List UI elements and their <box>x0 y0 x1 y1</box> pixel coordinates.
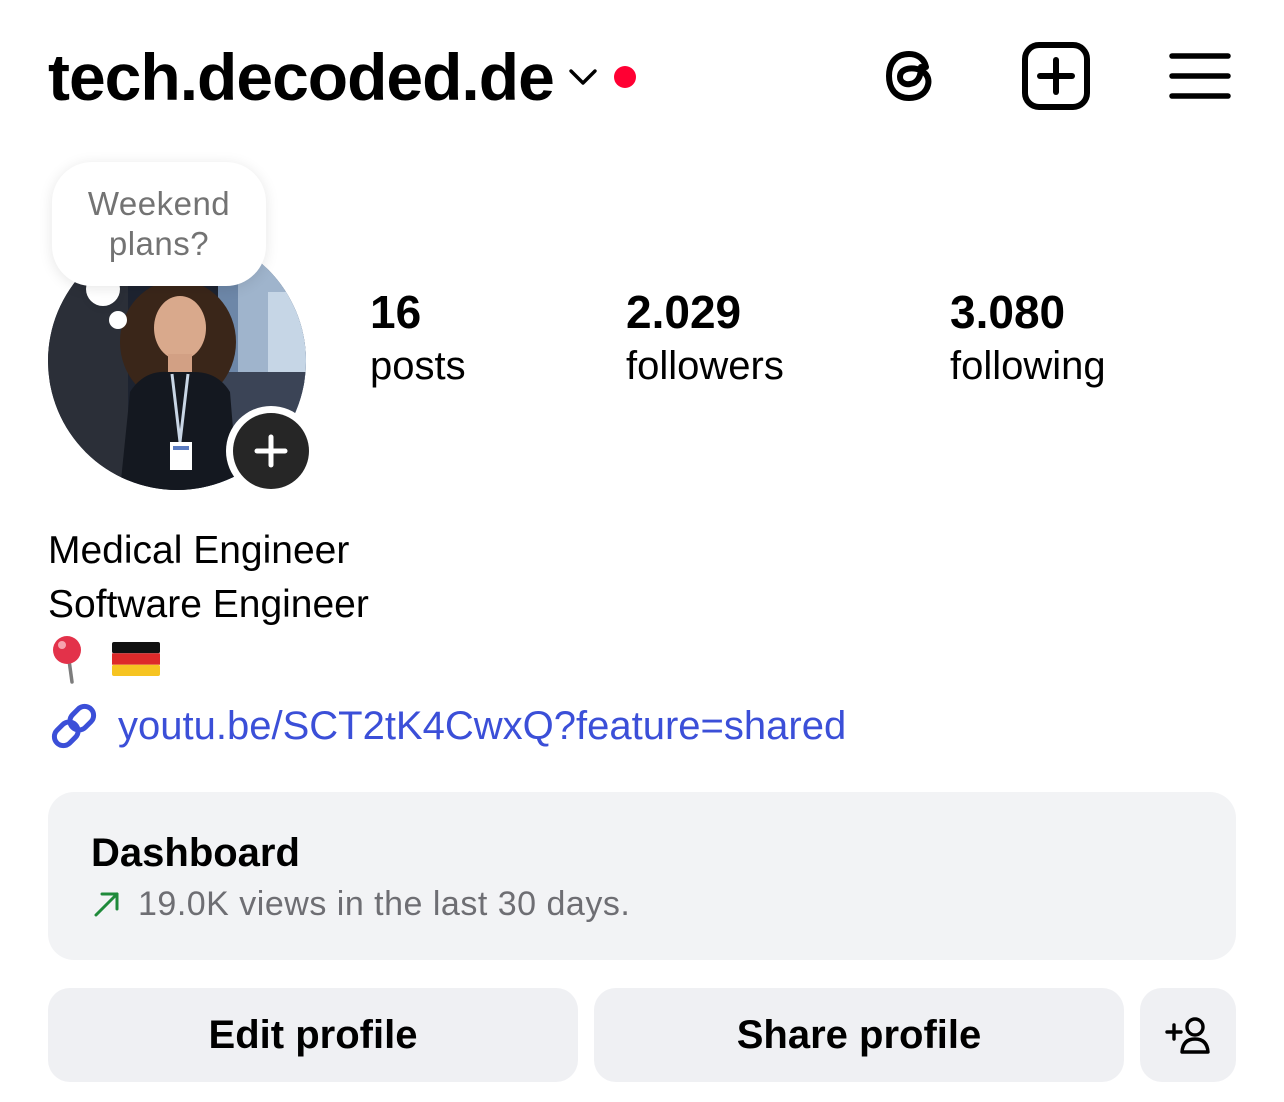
menu-icon <box>1169 53 1231 99</box>
bio-link[interactable]: youtu.be/SCT2tK4CwxQ?feature=shared <box>48 698 846 754</box>
bio-link-text: youtu.be/SCT2tK4CwxQ?feature=shared <box>118 704 847 748</box>
note-bubble-tail-small <box>109 311 127 329</box>
following-label: following <box>950 344 1106 388</box>
share-profile-button[interactable]: Share profile <box>594 988 1124 1082</box>
threads-button[interactable] <box>876 40 948 112</box>
posts-label: posts <box>370 344 466 388</box>
add-person-icon <box>1165 1017 1210 1054</box>
threads-icon <box>886 51 932 101</box>
link-icon <box>51 703 97 749</box>
discover-people-button[interactable] <box>1140 988 1236 1082</box>
plus-icon <box>254 434 288 468</box>
note-bubble[interactable]: Weekend plans? <box>52 162 266 286</box>
username: tech.decoded.de <box>48 40 555 114</box>
create-post-button[interactable] <box>1020 40 1092 112</box>
posts-count: 16 <box>370 286 422 338</box>
bio-emoji-row <box>48 632 369 686</box>
plus-square-icon <box>1022 42 1090 110</box>
menu-button[interactable] <box>1164 40 1236 112</box>
round-pushpin-icon <box>53 636 81 684</box>
followers-count: 2.029 <box>626 286 742 338</box>
bio: Medical Engineer Software Engineer <box>48 524 369 686</box>
trend-up-arrow-icon <box>94 892 119 917</box>
dashboard-title: Dashboard <box>91 831 300 875</box>
germany-flag-icon <box>112 642 160 676</box>
profile-header: tech.decoded.de <box>0 0 1284 150</box>
bio-line: Medical Engineer <box>48 529 350 572</box>
chevron-down-icon <box>569 69 597 85</box>
professional-dashboard[interactable]: Dashboard 19.0K views in the last 30 day… <box>48 792 1236 960</box>
bio-line: Software Engineer <box>48 583 369 626</box>
note-text: Weekend plans? <box>87 185 231 262</box>
following-count: 3.080 <box>950 286 1066 338</box>
following-stat[interactable]: 3.080 following <box>950 284 1106 392</box>
followers-stat[interactable]: 2.029 followers <box>626 284 784 392</box>
edit-profile-button[interactable]: Edit profile <box>48 988 578 1082</box>
notification-dot <box>613 66 636 88</box>
followers-label: followers <box>626 344 784 388</box>
account-switcher[interactable]: tech.decoded.de <box>48 38 636 116</box>
dashboard-views-summary: 19.0K views in the last 30 days. <box>138 885 631 923</box>
add-story-button[interactable] <box>226 406 316 496</box>
posts-stat[interactable]: 16 posts <box>370 284 466 392</box>
